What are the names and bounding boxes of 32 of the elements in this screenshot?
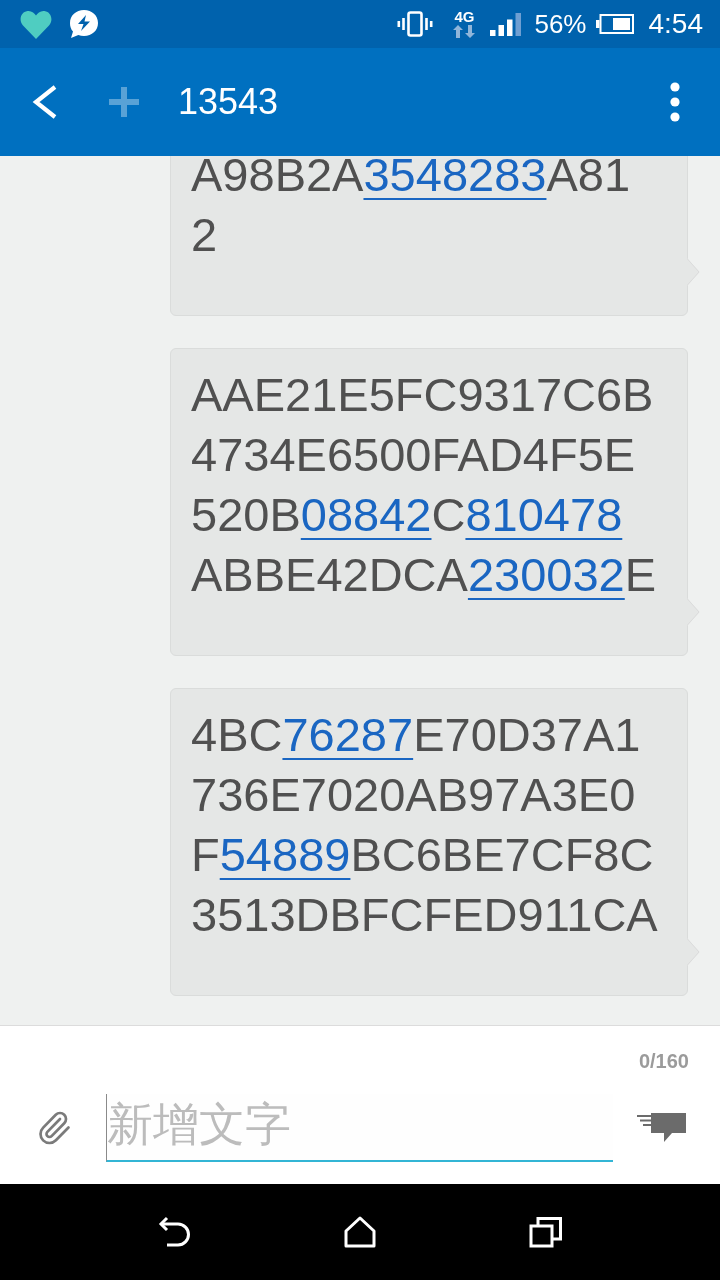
speech-bubble-icon [68, 9, 100, 39]
phone-number-link[interactable]: 76287 [282, 708, 414, 761]
battery-icon [595, 14, 634, 34]
home-icon [344, 1216, 376, 1248]
message-text: 4BC76287E70D37A1 736E7020AB97A3E0 F54889BC6BE7CF8C 3513DBFCFED911CA [191, 707, 659, 943]
character-counter: 0/160 [638, 1050, 689, 1072]
nav-back-button[interactable] [158, 1216, 190, 1248]
message-text: AAE21E5FC9317C6B 4734E6500FAD4F5E 520B08842C810478 ABBE42DCA230032E [191, 367, 658, 603]
phone-number-link[interactable]: 230032 [467, 548, 625, 601]
data-arrows-icon [452, 24, 477, 39]
status-time: 4:54 [648, 9, 703, 39]
back-arrow-icon [158, 1216, 190, 1248]
more-vertical-icon [670, 82, 680, 122]
vibrate-icon [397, 11, 434, 37]
conversation-title: 13543 [178, 80, 280, 124]
phone-number-link[interactable]: 810478 [465, 488, 623, 541]
paperclip-icon [36, 1110, 72, 1146]
recent-apps-button[interactable] [529, 1216, 563, 1248]
send-button[interactable] [636, 1113, 686, 1143]
message-text: A98B2A3548283A81 2 [191, 156, 632, 263]
attach-button[interactable] [36, 1110, 72, 1146]
back-icon [32, 84, 58, 120]
phone-number-link[interactable]: 08842 [300, 488, 432, 541]
phone-number-link[interactable]: 3548283 [363, 156, 547, 201]
heart-icon [20, 9, 52, 39]
phone-number-link[interactable]: 54889 [219, 828, 351, 881]
signal-bars-icon [490, 12, 523, 36]
battery-percent: 56% [534, 9, 587, 39]
network-type-label: 4G [454, 9, 475, 24]
home-button[interactable] [344, 1216, 376, 1248]
send-message-icon [636, 1113, 686, 1143]
recent-apps-icon [529, 1216, 563, 1248]
